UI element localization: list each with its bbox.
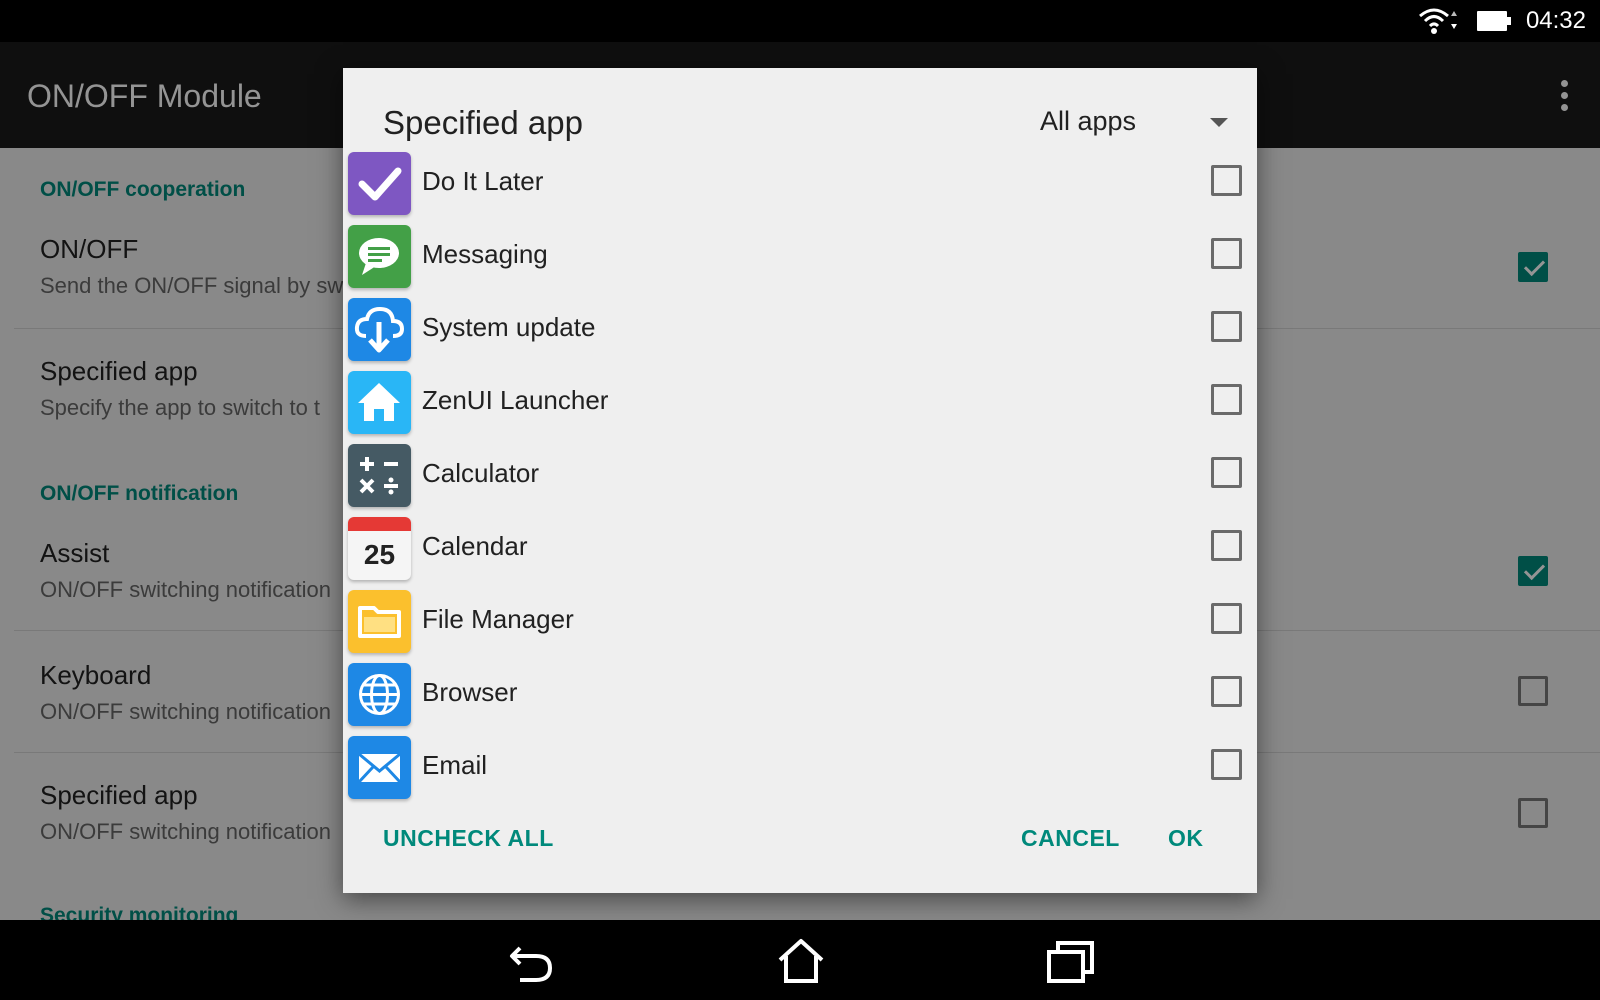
recent-apps-icon[interactable] <box>1046 938 1096 984</box>
app-checkbox[interactable] <box>1211 238 1242 269</box>
wifi-icon <box>1418 8 1457 34</box>
app-name: Email <box>422 750 488 780</box>
chat-bubble-icon <box>348 225 411 288</box>
uncheck-all-button[interactable]: UNCHECK ALL <box>383 825 554 852</box>
app-checkbox[interactable] <box>1211 603 1242 634</box>
list-item-system-update[interactable]: System update <box>343 294 1257 367</box>
app-checkbox[interactable] <box>1211 749 1242 780</box>
app-name: Messaging <box>422 239 548 269</box>
app-name: Do It Later <box>422 166 544 196</box>
app-checkbox[interactable] <box>1211 165 1242 196</box>
status-icons: 04:32 <box>1418 6 1586 36</box>
dialog-title: Specified app <box>383 104 583 141</box>
navigation-bar <box>0 920 1600 1000</box>
home-icon[interactable] <box>776 938 826 984</box>
checkmark-icon <box>348 152 411 215</box>
app-name: File Manager <box>422 604 574 634</box>
status-time: 04:32 <box>1525 7 1586 34</box>
calculator-icon <box>348 444 411 507</box>
dialog-actions: UNCHECK ALL CANCEL OK <box>343 813 1257 883</box>
folder-icon <box>348 590 411 653</box>
status-bar: 04:32 <box>0 0 1600 42</box>
app-checkbox[interactable] <box>1211 384 1242 415</box>
app-checkbox[interactable] <box>1211 676 1242 707</box>
app-name: Calculator <box>422 458 540 488</box>
specified-app-dialog: Specified app All apps Do It Later Messa… <box>343 68 1257 893</box>
list-item-do-it-later[interactable]: Do It Later <box>343 148 1257 221</box>
home-icon <box>348 371 411 434</box>
battery-icon <box>1476 11 1511 31</box>
app-name: Browser <box>422 677 518 707</box>
app-checkbox[interactable] <box>1211 311 1242 342</box>
app-filter-dropdown[interactable]: All apps <box>1040 98 1230 144</box>
cloud-download-icon <box>348 298 411 361</box>
list-item-zenui-launcher[interactable]: ZenUI Launcher <box>343 367 1257 440</box>
back-icon[interactable] <box>506 938 556 984</box>
list-item-calendar[interactable]: 25 Calendar <box>343 513 1257 586</box>
ok-button[interactable]: OK <box>1168 825 1204 852</box>
app-filter-value: All apps <box>1040 106 1137 136</box>
chevron-down-icon <box>1210 118 1228 127</box>
app-name: System update <box>422 312 596 342</box>
app-name: ZenUI Launcher <box>422 385 609 415</box>
app-checkbox[interactable] <box>1211 457 1242 488</box>
list-item-file-manager[interactable]: File Manager <box>343 586 1257 659</box>
calendar-icon: 25 <box>348 517 411 580</box>
list-item-email[interactable]: Email <box>343 732 1257 805</box>
list-item-browser[interactable]: Browser <box>343 659 1257 732</box>
globe-icon <box>348 663 411 726</box>
app-list: Do It Later Messaging System update ZenU… <box>343 148 1257 856</box>
app-name: Calendar <box>422 531 528 561</box>
list-item-messaging[interactable]: Messaging <box>343 221 1257 294</box>
calendar-day: 25 <box>364 539 395 570</box>
envelope-icon <box>348 736 411 799</box>
cancel-button[interactable]: CANCEL <box>1021 825 1120 852</box>
list-item-calculator[interactable]: Calculator <box>343 440 1257 513</box>
app-checkbox[interactable] <box>1211 530 1242 561</box>
